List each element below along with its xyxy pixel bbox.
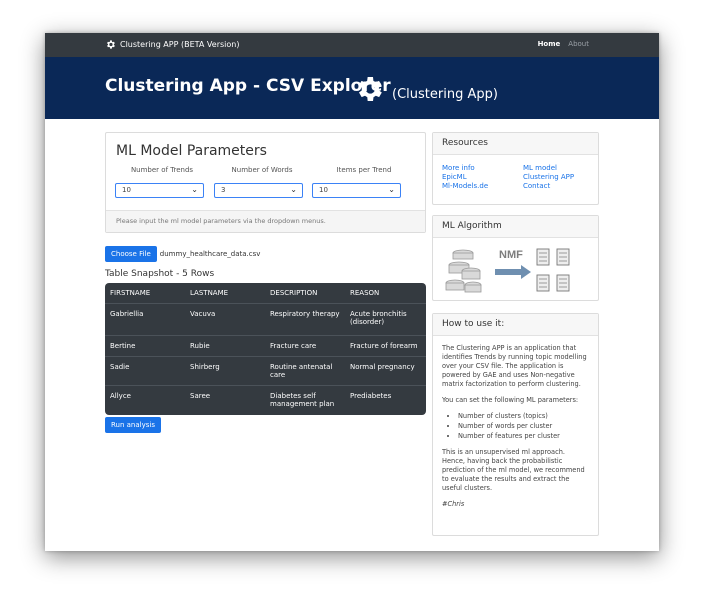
database-stack-icon <box>445 249 482 293</box>
table-cell: Normal pregnancy <box>345 356 426 386</box>
howto-card: How to use it: The Clustering APP is an … <box>432 313 599 536</box>
table-row: Bertine Rubie Fracture care Fracture of … <box>105 335 426 357</box>
table-cell: Prediabetes <box>345 385 426 415</box>
items-select-value: 10 <box>319 186 328 194</box>
howto-signature: #Chris <box>442 500 465 508</box>
nmf-diagram: NMF <box>445 248 570 293</box>
header-lastname: LASTNAME <box>190 289 229 297</box>
table-cell: Rubie <box>185 335 265 357</box>
parameters-title: ML Model Parameters <box>116 143 267 159</box>
trends-select[interactable]: 10 ⌄ <box>115 183 204 198</box>
link-epicml[interactable]: EpicML <box>442 173 523 181</box>
table-cell: Vacuva <box>185 303 265 336</box>
table-cell: Fracture of forearm <box>345 335 426 357</box>
header-reason: REASON <box>350 289 380 297</box>
table-cell: Allyce <box>105 385 185 415</box>
hero-banner: Clustering App - CSV Explorer (Clusterin… <box>45 57 659 119</box>
table-cell: Bertine <box>105 335 185 357</box>
table-cell: Saree <box>185 385 265 415</box>
navbar-brand[interactable]: Clustering APP (BETA Version) <box>105 39 239 50</box>
run-analysis-button[interactable]: Run analysis <box>105 417 161 433</box>
brand-label: Clustering APP (BETA Version) <box>120 40 240 49</box>
file-name: dummy_healthcare_data.csv <box>159 250 261 258</box>
table-cell: Sadie <box>105 356 185 386</box>
howto-title: How to use it: <box>433 314 598 336</box>
resources-title: Resources <box>433 133 598 155</box>
words-label: Number of Words <box>231 166 293 174</box>
items-label: Items per Trend <box>336 166 392 174</box>
howto-params-heading: You can set the following ML parameters: <box>442 396 579 404</box>
link-contact[interactable]: Contact <box>523 182 593 190</box>
app-window: Clustering APP (BETA Version) Home About… <box>45 33 659 551</box>
list-item: Number of features per cluster <box>458 432 589 441</box>
chevron-down-icon: ⌄ <box>191 185 198 194</box>
table-cell: Respiratory therapy <box>265 303 345 336</box>
howto-param-list: Number of clusters (topics) Number of wo… <box>458 412 589 441</box>
table-row: Sadie Shirberg Routine antenatal care No… <box>105 356 426 386</box>
link-clustering-app[interactable]: Clustering APP <box>523 173 593 181</box>
table-cell: Routine antenatal care <box>265 356 345 386</box>
algorithm-card: ML Algorithm NMF <box>432 215 599 301</box>
link-ml-models[interactable]: Ml-Models.de <box>442 182 523 190</box>
table-cell: Gabriellia <box>105 303 185 336</box>
gear-icon <box>358 77 382 101</box>
file-picker: Choose File dummy_healthcare_data.csv <box>105 246 260 262</box>
parameters-hint: Please input the ml model parameters via… <box>106 210 425 232</box>
items-select[interactable]: 10 ⌄ <box>312 183 401 198</box>
trends-select-value: 10 <box>122 186 131 194</box>
trends-label: Number of Trends <box>130 166 194 174</box>
table-row: Allyce Saree Diabetes self management pl… <box>105 385 426 415</box>
algorithm-title: ML Algorithm <box>433 216 598 238</box>
table-title: Table Snapshot - 5 Rows <box>105 269 215 279</box>
document-icon <box>536 248 570 292</box>
nav-about-link[interactable]: About <box>568 40 589 48</box>
header-description: DESCRIPTION <box>270 289 318 297</box>
howto-note: This is an unsupervised ml approach. Hen… <box>442 448 585 492</box>
link-more-info[interactable]: More info <box>442 164 523 172</box>
data-table: FIRSTNAME LASTNAME DESCRIPTION REASON Ga… <box>105 283 426 415</box>
table-cell: Fracture care <box>265 335 345 357</box>
chevron-down-icon: ⌄ <box>290 185 297 194</box>
resources-card: Resources More info ML model EpicML Clus… <box>432 132 599 205</box>
nav-home-link[interactable]: Home <box>538 40 561 48</box>
arrow-right-icon <box>495 265 531 279</box>
list-item: Number of clusters (topics) <box>458 412 589 421</box>
link-ml-model[interactable]: ML model <box>523 164 593 172</box>
header-firstname: FIRSTNAME <box>110 289 151 297</box>
table-cell: Acute bronchitis (disorder) <box>345 303 426 336</box>
list-item: Number of words per cluster <box>458 422 589 431</box>
howto-intro: The Clustering APP is an application tha… <box>442 344 587 388</box>
table-row: Gabriellia Vacuva Respiratory therapy Ac… <box>105 303 426 336</box>
nmf-label: NMF <box>499 249 523 261</box>
words-select-value: 3 <box>221 186 226 194</box>
page-title: Clustering App - CSV Explorer <box>105 76 391 96</box>
navbar: Clustering APP (BETA Version) Home About <box>45 33 659 57</box>
chevron-down-icon: ⌄ <box>388 185 395 194</box>
table-header-row: FIRSTNAME LASTNAME DESCRIPTION REASON <box>105 283 426 304</box>
table-cell: Diabetes self management plan <box>265 385 345 415</box>
page-subtitle: (Clustering App) <box>392 87 498 102</box>
words-select[interactable]: 3 ⌄ <box>214 183 303 198</box>
choose-file-button[interactable]: Choose File <box>105 246 157 262</box>
table-cell: Shirberg <box>185 356 265 386</box>
gear-icon <box>107 40 115 49</box>
parameters-card: ML Model Parameters Number of Trends Num… <box>105 132 426 233</box>
